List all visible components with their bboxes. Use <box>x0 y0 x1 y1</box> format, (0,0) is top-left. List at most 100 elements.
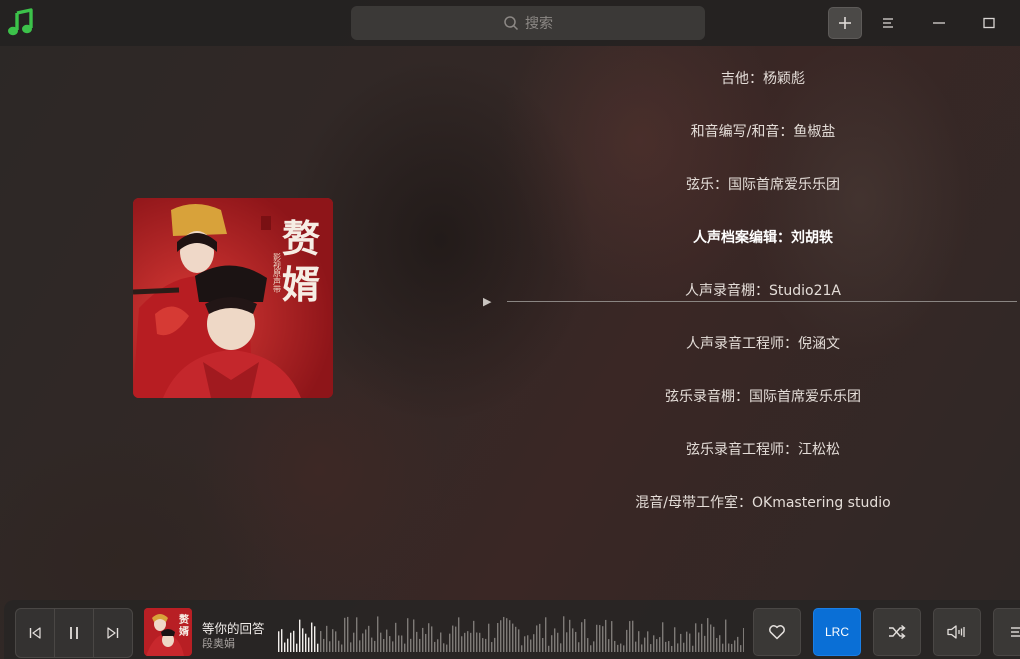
next-button[interactable] <box>94 609 132 657</box>
waveform-bar <box>581 622 583 652</box>
waveform-bar <box>629 621 631 652</box>
lyric-seek-line[interactable]: ▶ <box>480 293 1020 309</box>
waveform-bar <box>617 644 619 652</box>
lyrics-panel[interactable]: 吉他：杨颖彪 和音编写/和音：鱼椒盐 弦乐：国际首席爱乐乐团 人声档案编辑：刘胡轶 人声… <box>480 50 1020 590</box>
waveform-bar <box>713 626 715 652</box>
menu-button[interactable] <box>871 7 905 39</box>
lyric-line[interactable]: 人声录音工程师：倪涵文 <box>480 333 1020 353</box>
waveform-bar <box>410 638 412 652</box>
waveform-bar <box>311 622 313 652</box>
maximize-icon <box>983 17 995 29</box>
waveform-bar <box>635 641 637 652</box>
waveform-bar <box>578 642 580 652</box>
now-playing-cover[interactable]: 赘 婿 <box>144 608 192 656</box>
waveform-bar <box>632 620 634 652</box>
waveform-bar <box>509 620 511 652</box>
waveform-bar <box>326 625 328 652</box>
waveform-bar <box>587 638 589 652</box>
minimize-icon <box>933 22 945 24</box>
waveform-bar <box>350 642 352 652</box>
lyric-line[interactable]: 和音编写/和音：鱼椒盐 <box>480 121 1020 141</box>
waveform-bar <box>644 637 646 652</box>
lyric-line[interactable]: 混音/母带工作室：OKmastering studio <box>480 492 1020 512</box>
album-cover: 赘 婿 影视原声带 <box>133 198 333 398</box>
lyric-line[interactable]: 人声档案编辑：刘胡轶 <box>480 227 1020 247</box>
waveform-bar <box>380 632 382 652</box>
waveform-bar <box>677 643 679 652</box>
waveform-bar <box>335 631 337 652</box>
song-artist[interactable]: 段奥娟 <box>202 635 235 651</box>
lyric-line[interactable]: 弦乐录音工程师：江松松 <box>480 439 1020 459</box>
waveform-bar <box>449 633 451 652</box>
waveform-bar <box>308 637 310 652</box>
pause-icon <box>70 627 78 639</box>
waveform-bar <box>407 618 409 652</box>
waveform-bar <box>638 631 640 652</box>
waveform-bar <box>329 641 331 652</box>
waveform-bar <box>575 631 577 652</box>
waveform-bar <box>434 641 436 652</box>
waveform-bar <box>659 637 661 652</box>
waveform-bar <box>596 624 598 652</box>
menu-icon <box>883 18 893 28</box>
waveform-bar <box>536 625 538 652</box>
lyric-line[interactable]: 弦乐录音棚：国际首席爱乐乐团 <box>480 386 1020 406</box>
waveform-bar <box>383 639 385 652</box>
waveform-bar <box>332 629 334 652</box>
add-button[interactable] <box>828 7 862 39</box>
waveform-bar <box>728 643 730 652</box>
waveform-bar <box>647 631 649 652</box>
lyrics-toggle-button[interactable]: LRC <box>813 608 861 656</box>
search-icon <box>504 16 519 31</box>
waveform-bar <box>722 643 724 652</box>
lyric-line[interactable]: 吉他：杨颖彪 <box>480 68 1020 88</box>
waveform-bar <box>611 621 613 652</box>
shuffle-button[interactable] <box>873 608 921 656</box>
waveform-bar <box>287 638 289 652</box>
waveform-bar <box>641 644 643 652</box>
waveform-bar <box>389 636 391 652</box>
music-logo-icon <box>8 8 33 36</box>
waveform-bar <box>566 632 568 652</box>
waveform-bar <box>368 625 370 652</box>
waveform-bar <box>542 637 544 652</box>
waveform-bar <box>602 626 604 652</box>
lyrics-toggle-label: LRC <box>824 625 849 639</box>
waveform-bar <box>554 628 556 652</box>
waveform-bar <box>506 618 508 652</box>
waveform-bar <box>497 623 499 652</box>
previous-button[interactable] <box>16 609 55 657</box>
waveform-bar <box>683 642 685 652</box>
waveform-bar <box>734 640 736 652</box>
playlist-icon <box>1011 627 1020 637</box>
waveform-bar <box>539 623 541 652</box>
waveform-bar <box>512 623 514 652</box>
now-playing-cover-char-1: 赘 <box>178 613 190 626</box>
waveform-bar <box>392 641 394 652</box>
waveform-bar <box>623 645 625 652</box>
waveform-bar <box>650 644 652 652</box>
cover-subtitle: 影视原声带 <box>273 252 282 294</box>
minimize-button[interactable] <box>922 7 956 39</box>
waveform-bar <box>431 626 433 652</box>
like-button[interactable] <box>753 608 801 656</box>
waveform-bar <box>530 639 532 652</box>
waveform-bar <box>476 632 478 652</box>
playback-controls <box>15 608 133 658</box>
waveform-bar <box>395 622 397 652</box>
shuffle-icon <box>889 624 906 640</box>
waveform-bar <box>440 632 442 652</box>
lyric-line[interactable]: 弦乐：国际首席爱乐乐团 <box>480 174 1020 194</box>
play-from-line-icon[interactable]: ▶ <box>483 295 491 308</box>
waveform-bar <box>725 619 727 652</box>
maximize-button[interactable] <box>972 7 1006 39</box>
search-box[interactable]: 搜索 <box>351 6 705 40</box>
pause-button[interactable] <box>55 609 94 657</box>
plus-icon <box>839 17 851 29</box>
waveform-bar <box>620 643 622 652</box>
waveform-bar <box>317 643 319 652</box>
now-playing-cover-art: 赘 婿 <box>144 608 192 656</box>
volume-button[interactable] <box>933 608 981 656</box>
playlist-button[interactable] <box>993 608 1020 656</box>
waveform-progress[interactable] <box>274 608 744 654</box>
